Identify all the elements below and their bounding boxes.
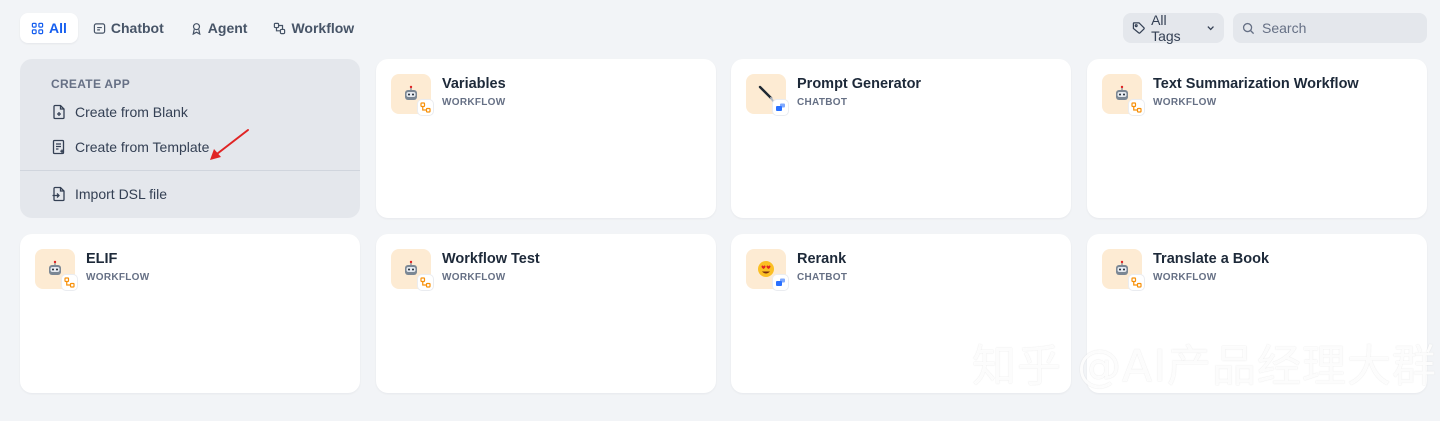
app-card[interactable]: Variables WORKFLOW bbox=[376, 59, 716, 218]
divider bbox=[20, 170, 360, 171]
tab-label: Chatbot bbox=[110, 20, 164, 36]
app-name: ELIF bbox=[86, 251, 118, 267]
search-input[interactable] bbox=[1262, 20, 1412, 36]
tab-label: Workflow bbox=[291, 20, 355, 36]
app-type: WORKFLOW bbox=[442, 97, 506, 108]
all-tags-dropdown[interactable]: All Tags bbox=[1123, 12, 1224, 44]
app-type: CHATBOT bbox=[797, 97, 848, 108]
app-card[interactable]: Text Summarization Workflow WORKFLOW bbox=[1087, 59, 1427, 218]
create-from-blank-label: Create from Blank bbox=[75, 104, 188, 120]
workflow-badge-icon bbox=[62, 275, 77, 290]
app-card[interactable]: Workflow Test WORKFLOW bbox=[376, 234, 716, 393]
app-name: Workflow Test bbox=[442, 251, 540, 267]
annotation-arrow-icon bbox=[210, 129, 249, 160]
import-dsl-label: Import DSL file bbox=[75, 186, 168, 202]
app-type: WORKFLOW bbox=[1153, 97, 1217, 108]
tag-icon bbox=[1132, 22, 1145, 34]
workflow-badge-icon bbox=[1129, 275, 1144, 290]
tab-chatbot[interactable]: Chatbot bbox=[82, 13, 175, 43]
search-icon bbox=[1242, 22, 1255, 34]
workflow-badge-icon bbox=[418, 275, 433, 290]
app-name: Text Summarization Workflow bbox=[1153, 76, 1359, 92]
watermark: 知乎 @AI产品经理大群 bbox=[972, 341, 1438, 392]
app-type: WORKFLOW bbox=[1153, 272, 1217, 283]
tab-workflow[interactable]: Workflow bbox=[262, 13, 365, 43]
create-from-template-label: Create from Template bbox=[75, 139, 210, 155]
app-card[interactable]: ELIF WORKFLOW bbox=[20, 234, 360, 393]
import-icon bbox=[52, 186, 65, 202]
file-plus-icon bbox=[53, 104, 65, 120]
create-app-title: CREATE APP bbox=[51, 77, 131, 91]
chat-icon bbox=[93, 22, 106, 34]
tab-label: Agent bbox=[207, 20, 248, 36]
create-app-panel: CREATE APP Create from Blank Create from… bbox=[20, 59, 360, 218]
app-type: CHATBOT bbox=[797, 272, 848, 283]
create-from-template-button[interactable]: Create from Template bbox=[51, 136, 209, 158]
app-name: Prompt Generator bbox=[797, 76, 922, 92]
tab-all[interactable]: All bbox=[20, 13, 78, 43]
agent-icon bbox=[192, 22, 201, 35]
app-name: Variables bbox=[442, 76, 506, 92]
template-icon bbox=[52, 139, 65, 155]
app-name: Rerank bbox=[797, 251, 847, 267]
app-name: Translate a Book bbox=[1153, 251, 1270, 267]
chatbot-badge-icon bbox=[773, 275, 788, 290]
create-from-blank-button[interactable]: Create from Blank bbox=[51, 101, 188, 123]
import-dsl-button[interactable]: Import DSL file bbox=[51, 183, 167, 205]
chatbot-badge-icon bbox=[773, 100, 788, 115]
workflow-badge-icon bbox=[1129, 100, 1144, 115]
workflow-icon bbox=[274, 22, 286, 34]
app-type-tabs: All Chatbot Agent Workflow bbox=[20, 13, 365, 43]
search-box bbox=[1233, 13, 1427, 43]
app-type: WORKFLOW bbox=[86, 272, 150, 283]
chevron-down-icon bbox=[1207, 26, 1214, 31]
top-bar: All Chatbot Agent Workflow All Tags Sear… bbox=[0, 0, 1440, 56]
grid-icon bbox=[31, 22, 44, 34]
workflow-badge-icon bbox=[418, 100, 433, 115]
tab-agent[interactable]: Agent bbox=[179, 13, 259, 43]
app-type: WORKFLOW bbox=[442, 272, 506, 283]
app-card[interactable]: Prompt Generator CHATBOT bbox=[731, 59, 1071, 218]
tab-label: All bbox=[49, 20, 67, 36]
tags-label: All Tags bbox=[1151, 12, 1181, 44]
